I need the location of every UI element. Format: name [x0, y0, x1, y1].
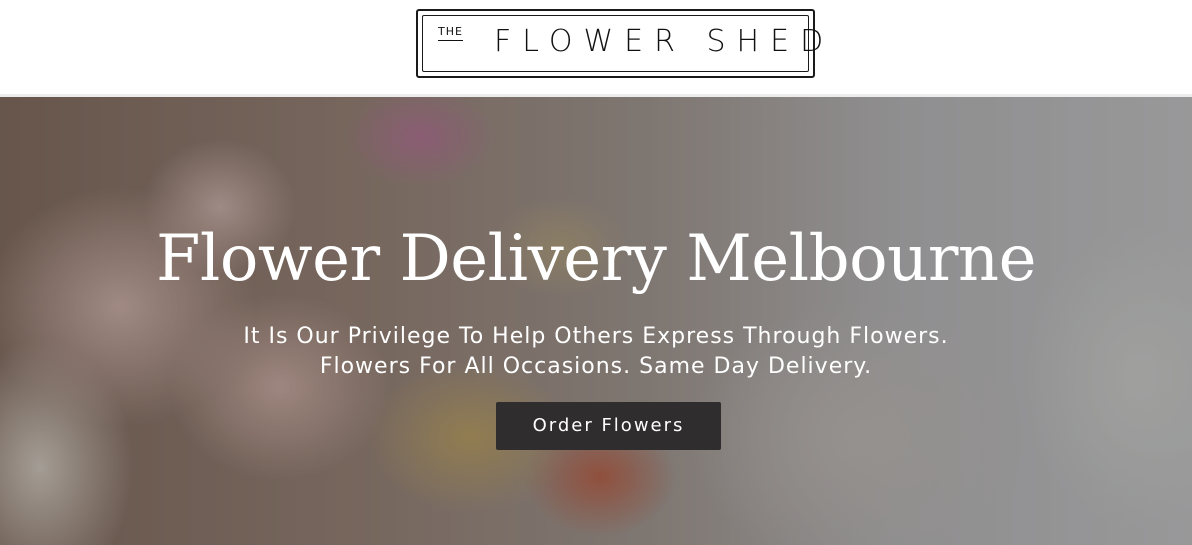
hero-image-overlay [0, 97, 1192, 545]
logo-name-text: FLOWER SHED [494, 24, 835, 59]
site-header: THE FLOWER SHED [0, 0, 1192, 94]
site-logo[interactable]: THE FLOWER SHED [416, 9, 823, 78]
hero-title: Flower Delivery Melbourne [155, 222, 1037, 296]
hero-subtitle-line-2: Flowers For All Occasions. Same Day Deli… [319, 354, 873, 379]
hero-banner: Flower Delivery Melbourne It Is Our Priv… [0, 97, 1192, 545]
order-flowers-button[interactable]: Order Flowers [496, 402, 721, 450]
logo-the-text: THE [438, 26, 463, 41]
hero-subtitle-line-1: It Is Our Privilege To Help Others Expre… [243, 324, 949, 349]
